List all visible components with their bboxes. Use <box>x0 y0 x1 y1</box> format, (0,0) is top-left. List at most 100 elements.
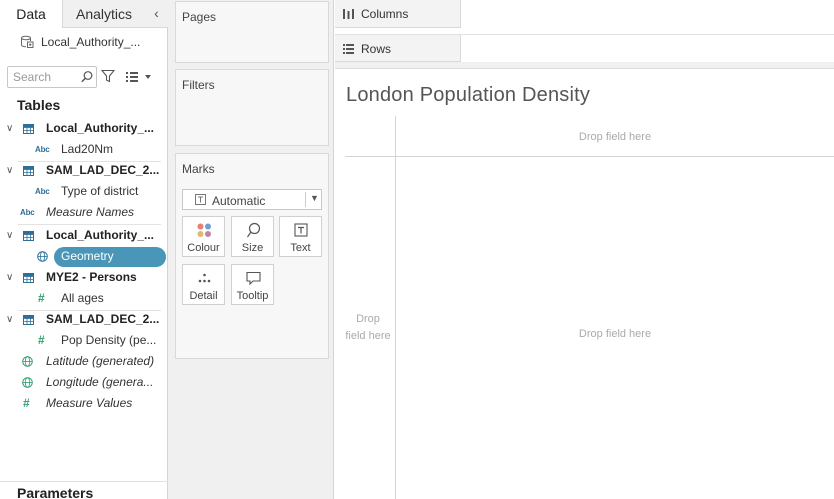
table-name: SAM_LAD_DEC_2... <box>46 163 160 177</box>
mark-button-label: Tooltip <box>236 290 269 302</box>
marks-card: Marks Automatic ▼ Colour Size Text Detai… <box>175 153 329 359</box>
data-pane: Data Analytics ‹ Local_Authority_... Sea… <box>0 0 168 499</box>
field-label: Lad20Nm <box>61 142 114 156</box>
table-icon <box>23 231 34 241</box>
search-input[interactable] <box>13 69 77 85</box>
number-type-icon: # <box>38 333 45 347</box>
chevron-down-icon[interactable]: ∨ <box>6 267 16 288</box>
number-type-icon: # <box>38 291 45 305</box>
data-pane-tabs: Data Analytics ‹ <box>0 0 168 28</box>
field-geometry[interactable]: Geometry <box>0 246 168 267</box>
divider <box>345 156 834 157</box>
caret-down-icon: ▼ <box>310 193 319 203</box>
field-measure-names[interactable]: Abc Measure Names <box>0 202 168 223</box>
columns-shelf: Columns <box>335 0 834 28</box>
table-row[interactable]: ∨ Local_Authority_... <box>0 225 168 246</box>
table-row[interactable]: ∨ SAM_LAD_DEC_2... <box>0 160 168 181</box>
detail-dots-icon <box>198 273 211 283</box>
chevron-down-icon[interactable]: ∨ <box>6 160 16 181</box>
field-longitude[interactable]: Longitude (genera... <box>0 372 168 393</box>
text-button[interactable]: Text <box>279 216 322 257</box>
rows-icon <box>343 44 354 54</box>
main-drop-zone[interactable]: Drop field here <box>396 328 834 340</box>
table-name: Local_Authority_... <box>46 121 155 135</box>
tables-heading: Tables <box>17 97 61 113</box>
table-icon <box>23 315 34 325</box>
globe-icon <box>22 377 33 388</box>
view-options-icon[interactable] <box>125 70 153 84</box>
view-canvas: Columns Rows London Population Density D… <box>335 0 834 499</box>
tooltip-button[interactable]: Tooltip <box>231 264 274 305</box>
tab-data[interactable]: Data <box>0 0 62 28</box>
string-type-icon: Abc <box>35 187 50 196</box>
field-label: Pop Density (pe... <box>61 333 157 347</box>
number-type-icon: # <box>23 396 30 410</box>
table-name: MYE2 - Persons <box>46 270 137 284</box>
pages-shelf[interactable]: Pages <box>175 1 329 63</box>
mark-button-label: Size <box>241 242 264 254</box>
columns-shelf-label: Columns <box>335 0 461 28</box>
field-label: Type of district <box>61 184 139 198</box>
table-row[interactable]: ∨ SAM_LAD_DEC_2... <box>0 309 168 330</box>
data-source-label: Local_Authority_... <box>41 35 141 49</box>
field-label: Longitude (genera... <box>46 375 154 389</box>
table-icon <box>23 166 34 176</box>
mark-button-label: Detail <box>189 290 218 302</box>
columns-drop-target[interactable] <box>461 0 834 28</box>
marks-title: Marks <box>182 162 215 176</box>
divider <box>395 116 396 499</box>
chevron-left-icon: ‹ <box>154 5 159 21</box>
mark-type-select[interactable]: Automatic ▼ <box>182 189 322 210</box>
rows-shelf: Rows <box>335 34 834 63</box>
chevron-down-icon[interactable]: ∨ <box>6 225 16 246</box>
chevron-down-icon[interactable]: ∨ <box>6 118 16 139</box>
colour-dots-icon <box>197 223 211 237</box>
field-all-ages[interactable]: # All ages <box>0 288 168 309</box>
cards-pane: Pages Filters Marks Automatic ▼ Colour S… <box>168 0 482 499</box>
table-row[interactable]: ∨ MYE2 - Persons <box>0 267 168 288</box>
collapse-pane-button[interactable]: ‹ <box>145 0 168 28</box>
rows-drop-target[interactable] <box>461 35 834 63</box>
size-lasso-icon <box>247 222 261 238</box>
table-icon <box>23 124 34 134</box>
table-name: Local_Authority_... <box>46 228 155 242</box>
data-source-item[interactable]: Local_Authority_... <box>0 30 168 54</box>
field-label: Measure Values <box>46 396 133 410</box>
filters-shelf[interactable]: Filters <box>175 69 329 146</box>
detail-button[interactable]: Detail <box>182 264 225 305</box>
divider <box>335 62 834 69</box>
text-box-icon <box>294 223 308 237</box>
filter-icon[interactable] <box>101 69 115 83</box>
automatic-mark-icon <box>195 194 206 205</box>
field-measure-values[interactable]: # Measure Values <box>0 393 168 414</box>
table-name: SAM_LAD_DEC_2... <box>46 312 160 326</box>
globe-icon <box>22 356 33 367</box>
field-pop-density[interactable]: # Pop Density (pe... <box>0 330 168 351</box>
field-label: Geometry <box>61 249 114 263</box>
table-icon <box>23 273 34 283</box>
search-row <box>0 66 168 88</box>
tab-analytics[interactable]: Analytics <box>62 0 145 28</box>
colour-button[interactable]: Colour <box>182 216 225 257</box>
field-lad20nm[interactable]: Abc Lad20Nm <box>0 139 168 160</box>
mark-type-label: Automatic <box>212 194 266 208</box>
field-label: Latitude (generated) <box>46 354 155 368</box>
field-label: Measure Names <box>46 205 135 219</box>
mark-button-label: Colour <box>187 242 220 254</box>
field-type-of-district[interactable]: Abc Type of district <box>0 181 168 202</box>
search-box[interactable] <box>7 66 97 88</box>
field-label: All ages <box>61 291 104 305</box>
view-title[interactable]: London Population Density <box>346 84 590 107</box>
pages-title: Pages <box>182 10 217 24</box>
rows-drop-zone[interactable]: Drop field here <box>345 311 391 345</box>
string-type-icon: Abc <box>35 145 50 154</box>
size-button[interactable]: Size <box>231 216 274 257</box>
mark-button-label: Text <box>290 242 311 254</box>
rows-shelf-label: Rows <box>335 35 461 63</box>
search-icon[interactable] <box>80 70 94 84</box>
table-row[interactable]: ∨ Local_Authority_... <box>0 118 168 139</box>
filters-title: Filters <box>182 78 215 92</box>
columns-drop-zone[interactable]: Drop field here <box>396 131 834 143</box>
chevron-down-icon[interactable]: ∨ <box>6 309 16 330</box>
field-latitude[interactable]: Latitude (generated) <box>0 351 168 372</box>
